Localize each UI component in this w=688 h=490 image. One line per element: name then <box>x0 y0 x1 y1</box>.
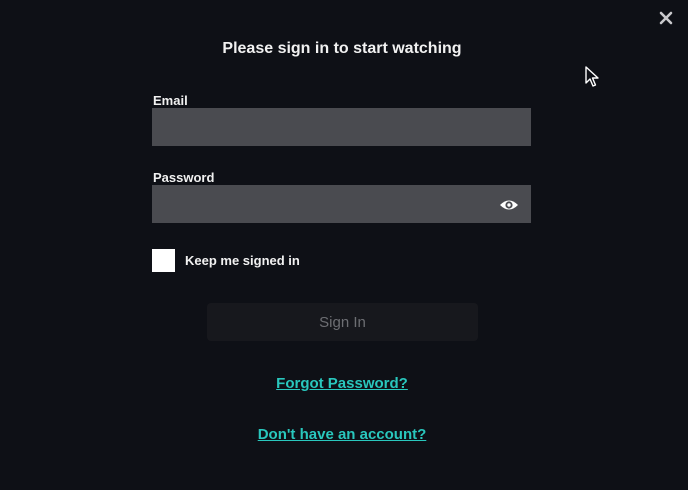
forgot-password-link[interactable]: Forgot Password? <box>0 375 684 392</box>
close-button[interactable] <box>658 10 674 26</box>
email-label: Email <box>153 93 188 108</box>
keep-signed-in-label: Keep me signed in <box>185 253 300 268</box>
sign-in-modal: Please sign in to start watching Email P… <box>0 0 688 490</box>
eye-icon <box>500 200 518 210</box>
keep-signed-in-checkbox[interactable] <box>152 249 175 272</box>
sign-in-button[interactable]: Sign In <box>207 303 478 341</box>
email-field[interactable] <box>152 108 531 146</box>
create-account-link[interactable]: Don't have an account? <box>0 426 684 443</box>
password-field[interactable] <box>152 185 531 223</box>
modal-title: Please sign in to start watching <box>222 40 462 57</box>
close-icon <box>659 11 673 25</box>
mouse-cursor-icon <box>585 66 599 87</box>
password-label: Password <box>153 170 215 185</box>
show-password-toggle[interactable] <box>499 197 519 213</box>
